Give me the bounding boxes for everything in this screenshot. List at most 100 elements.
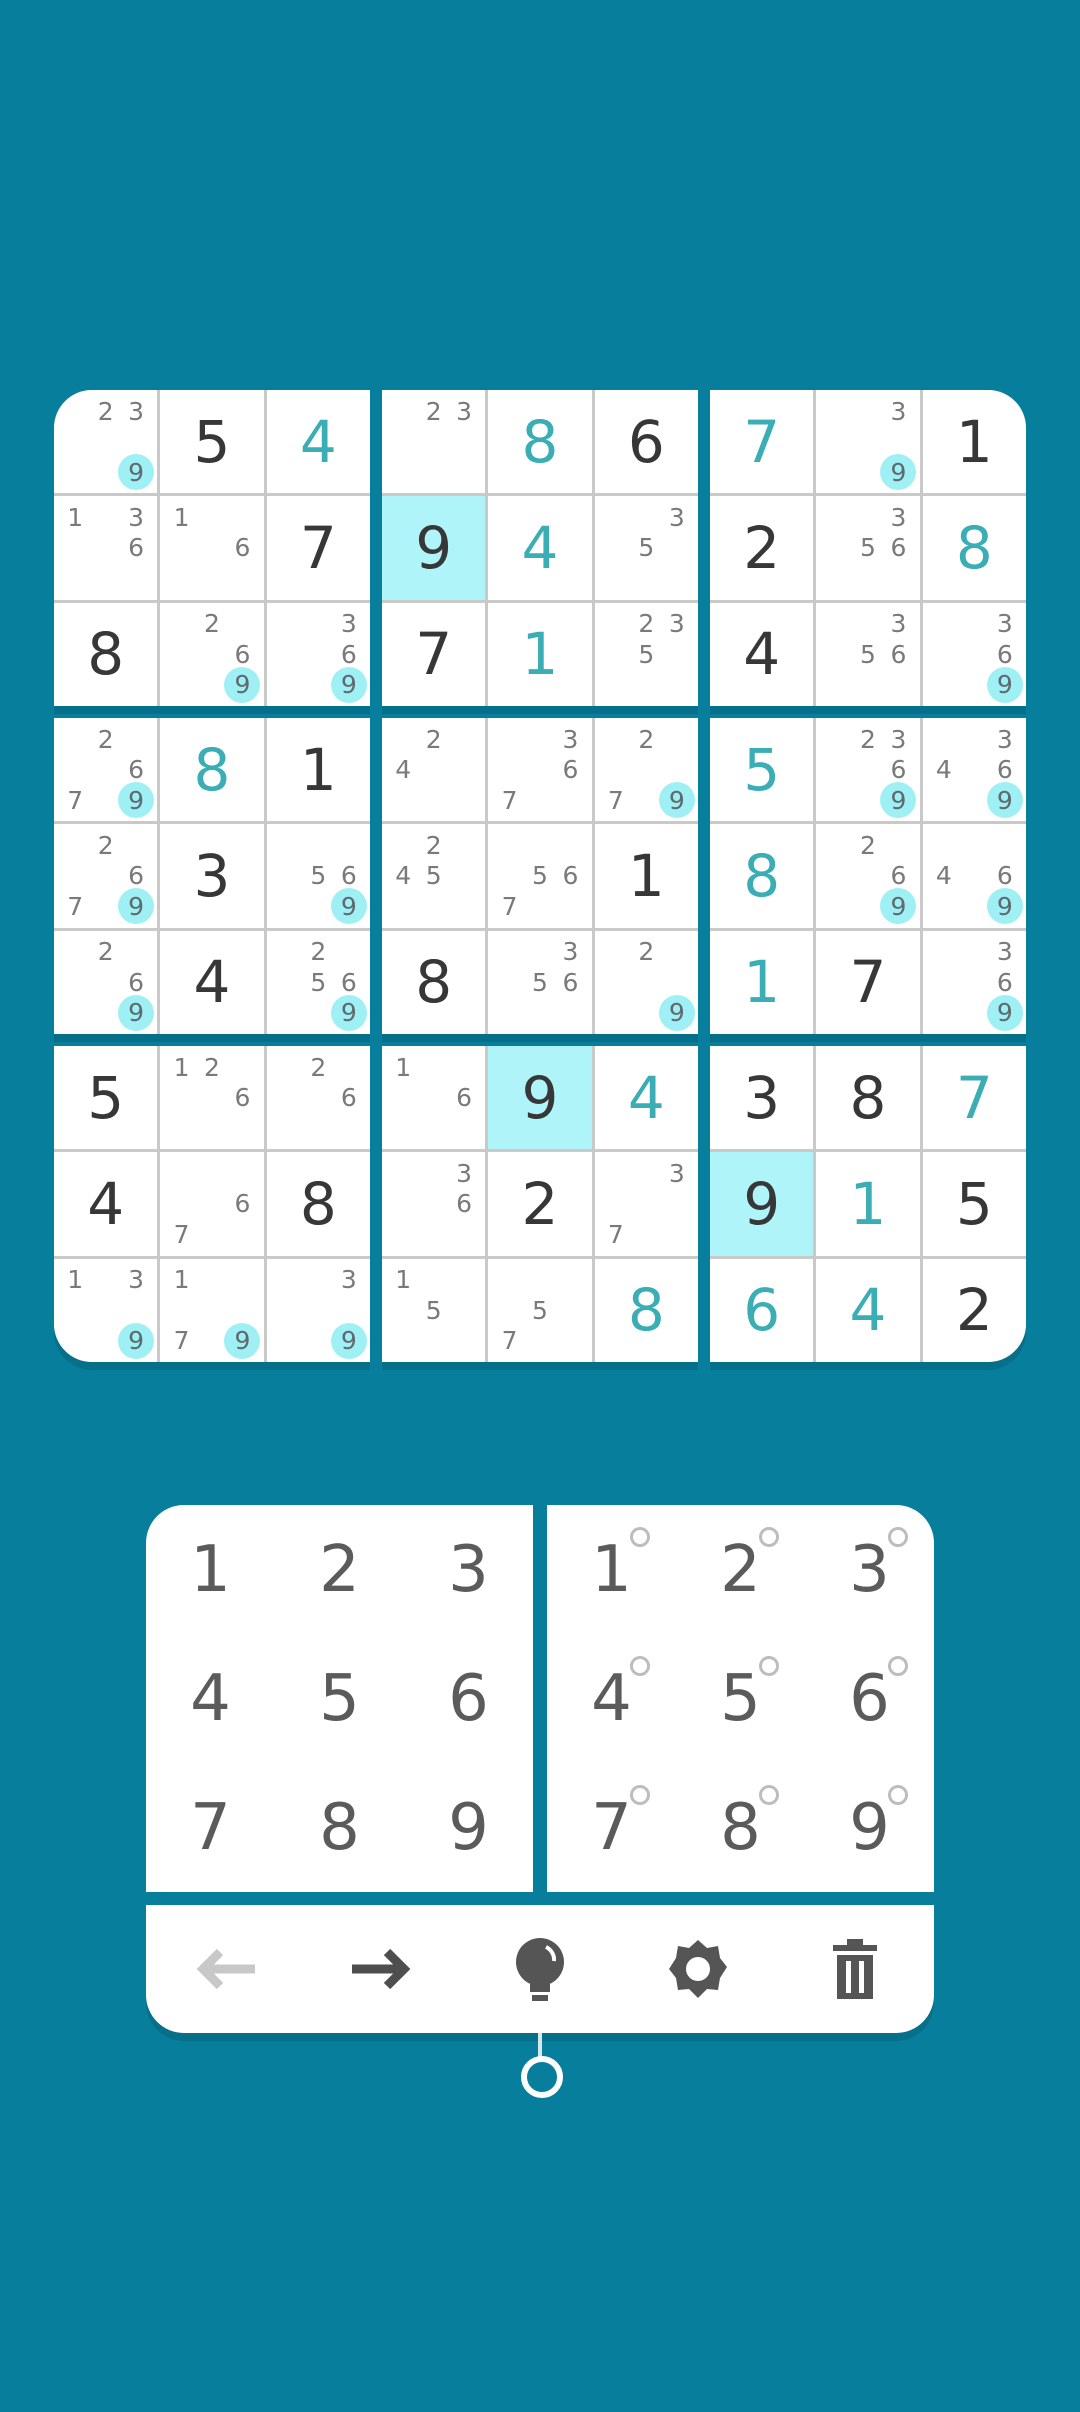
sudoku-cell[interactable]: 8 bbox=[922, 496, 1026, 600]
drag-handle[interactable] bbox=[521, 2056, 563, 2098]
sudoku-cell[interactable]: 23 bbox=[382, 390, 486, 494]
sudoku-cell[interactable]: 8 bbox=[710, 824, 814, 928]
sudoku-cell[interactable]: 1 bbox=[266, 718, 370, 822]
sudoku-cell[interactable]: 4 bbox=[488, 496, 592, 600]
sudoku-cell[interactable]: 5 bbox=[922, 1152, 1026, 1256]
sudoku-cell[interactable]: 1 7 9 bbox=[160, 1258, 264, 1362]
sudoku-cell[interactable]: 26 bbox=[266, 1046, 370, 1150]
sudoku-cell[interactable]: 9 bbox=[710, 1152, 814, 1256]
sudoku-cell[interactable]: 4 bbox=[594, 1046, 698, 1150]
sudoku-cell[interactable]: 36 bbox=[382, 1152, 486, 1256]
sudoku-cell[interactable]: 4 bbox=[160, 930, 264, 1034]
sudoku-cell[interactable]: 4 bbox=[54, 1152, 158, 1256]
sudoku-cell[interactable]: 15 bbox=[382, 1258, 486, 1362]
sudoku-cell[interactable]: 4 69 bbox=[922, 824, 1026, 928]
sudoku-cell[interactable]: 39 bbox=[266, 1258, 370, 1362]
sudoku-cell[interactable]: 1 3 9 bbox=[54, 1258, 158, 1362]
sudoku-cell[interactable]: 1 bbox=[488, 602, 592, 706]
sudoku-cell[interactable]: 2 bbox=[488, 1152, 592, 1256]
sudoku-cell[interactable]: 36 7 bbox=[488, 718, 592, 822]
sudoku-cell[interactable]: 2 bbox=[710, 496, 814, 600]
sudoku-cell[interactable]: 9 bbox=[382, 496, 486, 600]
sudoku-cell[interactable]: 8 bbox=[594, 1258, 698, 1362]
number-key-1[interactable]: 1 bbox=[146, 1505, 275, 1634]
sudoku-cell[interactable]: 5 bbox=[54, 1046, 158, 1150]
sudoku-cell[interactable]: 5 bbox=[710, 718, 814, 822]
pencil-key-4[interactable]: 4 bbox=[547, 1634, 676, 1763]
sudoku-cell[interactable]: 2569 bbox=[266, 930, 370, 1034]
sudoku-cell[interactable]: 245 bbox=[382, 824, 486, 928]
sudoku-cell[interactable]: 126 bbox=[160, 1046, 264, 1150]
number-key-5[interactable]: 5 bbox=[275, 1634, 404, 1763]
sudoku-cell[interactable]: 16 bbox=[160, 496, 264, 600]
sudoku-cell[interactable]: 23 9 bbox=[54, 390, 158, 494]
sudoku-cell[interactable]: 569 bbox=[266, 824, 370, 928]
sudoku-cell[interactable]: 24 bbox=[382, 718, 486, 822]
sudoku-cell[interactable]: 26 7 9 bbox=[54, 718, 158, 822]
sudoku-cell[interactable]: 369 bbox=[266, 602, 370, 706]
sudoku-cell[interactable]: 4 bbox=[816, 1258, 920, 1362]
sudoku-cell[interactable]: 4 bbox=[710, 602, 814, 706]
sudoku-cell[interactable]: 16 bbox=[382, 1046, 486, 1150]
sudoku-cell[interactable]: 8 bbox=[266, 1152, 370, 1256]
number-key-7[interactable]: 7 bbox=[146, 1763, 275, 1892]
sudoku-cell[interactable]: 369 bbox=[922, 930, 1026, 1034]
pencil-key-3[interactable]: 3 bbox=[805, 1505, 934, 1634]
pencil-key-6[interactable]: 6 bbox=[805, 1634, 934, 1763]
sudoku-cell[interactable]: 7 bbox=[382, 602, 486, 706]
sudoku-cell[interactable]: 3 bbox=[160, 824, 264, 928]
sudoku-cell[interactable]: 356 bbox=[488, 930, 592, 1034]
undo-button[interactable] bbox=[185, 1929, 265, 2009]
sudoku-cell[interactable]: 1 bbox=[816, 1152, 920, 1256]
sudoku-cell[interactable]: 269 bbox=[54, 930, 158, 1034]
sudoku-cell[interactable]: 5 bbox=[160, 390, 264, 494]
sudoku-cell[interactable]: 8 bbox=[816, 1046, 920, 1150]
sudoku-cell[interactable]: 67 bbox=[160, 1152, 264, 1256]
sudoku-cell[interactable]: 35 bbox=[594, 496, 698, 600]
delete-button[interactable] bbox=[815, 1929, 895, 2009]
hint-button[interactable] bbox=[500, 1929, 580, 2009]
sudoku-cell[interactable]: 26 7 9 bbox=[54, 824, 158, 928]
sudoku-cell[interactable]: 56 7 bbox=[488, 824, 592, 928]
pencil-key-7[interactable]: 7 bbox=[547, 1763, 676, 1892]
sudoku-cell[interactable]: 7 bbox=[922, 1046, 1026, 1150]
sudoku-cell[interactable]: 7 bbox=[710, 390, 814, 494]
sudoku-cell[interactable]: 7 bbox=[816, 930, 920, 1034]
sudoku-cell[interactable]: 356 bbox=[816, 602, 920, 706]
sudoku-cell[interactable]: 1 bbox=[710, 930, 814, 1034]
sudoku-cell[interactable]: 235 bbox=[594, 602, 698, 706]
sudoku-cell[interactable]: 3 bbox=[710, 1046, 814, 1150]
sudoku-cell[interactable]: 4 bbox=[266, 390, 370, 494]
pencil-key-1[interactable]: 1 bbox=[547, 1505, 676, 1634]
number-key-2[interactable]: 2 bbox=[275, 1505, 404, 1634]
sudoku-cell[interactable]: 8 bbox=[488, 390, 592, 494]
sudoku-cell[interactable]: 6 bbox=[710, 1258, 814, 1362]
number-key-4[interactable]: 4 bbox=[146, 1634, 275, 1763]
sudoku-cell[interactable]: 8 bbox=[382, 930, 486, 1034]
sudoku-cell[interactable]: 1 bbox=[922, 390, 1026, 494]
sudoku-cell[interactable]: 8 bbox=[160, 718, 264, 822]
sudoku-cell[interactable]: 269 bbox=[160, 602, 264, 706]
sudoku-cell[interactable]: 29 bbox=[594, 930, 698, 1034]
redo-button[interactable] bbox=[342, 1929, 422, 2009]
sudoku-cell[interactable]: 369 bbox=[922, 602, 1026, 706]
sudoku-cell[interactable]: 7 bbox=[266, 496, 370, 600]
sudoku-cell[interactable]: 57 bbox=[488, 1258, 592, 1362]
sudoku-cell[interactable]: 9 bbox=[488, 1046, 592, 1150]
number-key-3[interactable]: 3 bbox=[404, 1505, 533, 1634]
number-key-8[interactable]: 8 bbox=[275, 1763, 404, 1892]
pencil-key-9[interactable]: 9 bbox=[805, 1763, 934, 1892]
sudoku-cell[interactable]: 2 bbox=[922, 1258, 1026, 1362]
pencil-key-8[interactable]: 8 bbox=[676, 1763, 805, 1892]
pencil-key-5[interactable]: 5 bbox=[676, 1634, 805, 1763]
sudoku-cell[interactable]: 8 bbox=[54, 602, 158, 706]
sudoku-cell[interactable]: 2 7 9 bbox=[594, 718, 698, 822]
pencil-key-2[interactable]: 2 bbox=[676, 1505, 805, 1634]
sudoku-cell[interactable]: 37 bbox=[594, 1152, 698, 1256]
sudoku-cell[interactable]: 39 bbox=[816, 390, 920, 494]
settings-button[interactable] bbox=[658, 1929, 738, 2009]
number-key-6[interactable]: 6 bbox=[404, 1634, 533, 1763]
sudoku-cell[interactable]: 6 bbox=[594, 390, 698, 494]
sudoku-cell[interactable]: 269 bbox=[816, 824, 920, 928]
sudoku-cell[interactable]: 356 bbox=[816, 496, 920, 600]
